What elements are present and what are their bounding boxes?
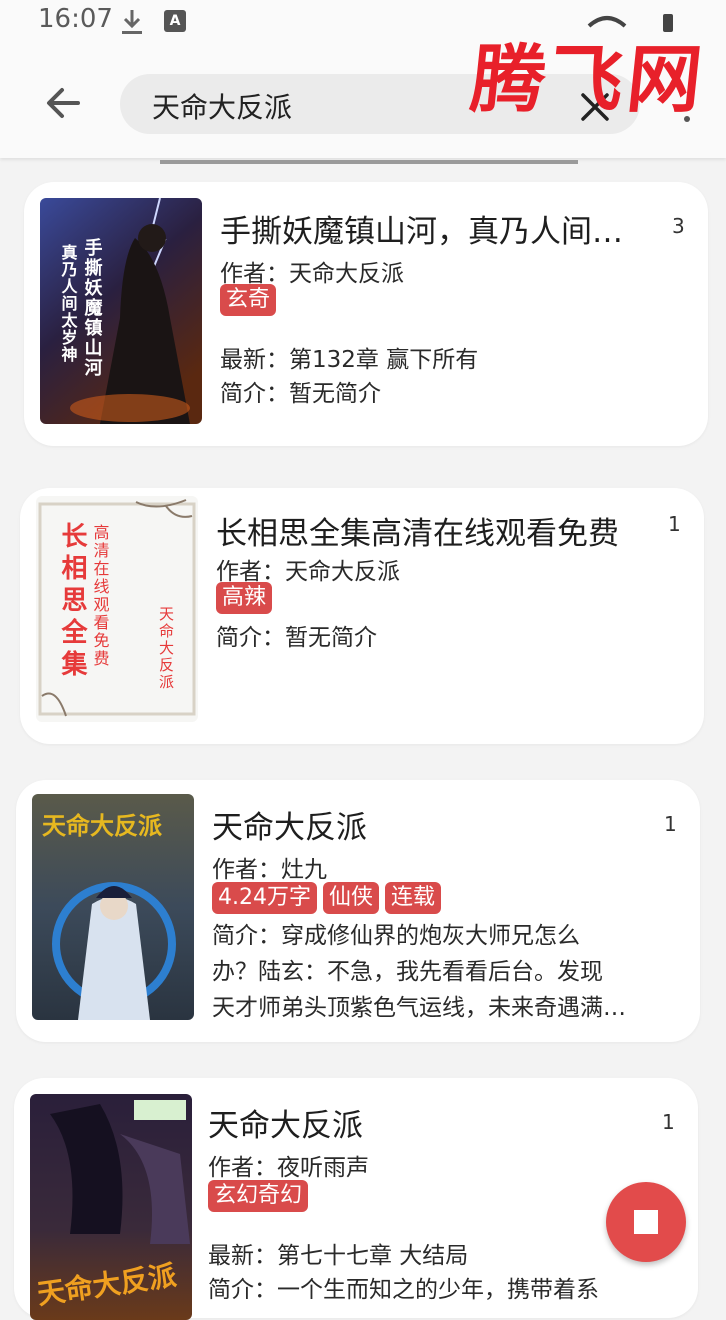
book-intro: 简介：暂无简介: [220, 381, 381, 407]
book-card[interactable]: 天命大反派 天命大反派 1 作者：灶九 4.24万字 仙侠 连载 简介：穿成修仙…: [16, 780, 700, 1042]
watermark-logo: 腾飞网: [467, 20, 722, 123]
svg-text:真乃人间太岁神: 真乃人间太岁神: [59, 243, 79, 363]
book-card[interactable]: 长相思全集 高清在线观看免费 天命大反派 长相思全集高清在线观看免费 1 作者：…: [20, 488, 704, 744]
book-intro: 简介：穿成修仙界的炮灰大师兄怎么 办？陆玄：不急，我先看看后台。发现 天才师弟头…: [212, 918, 644, 1026]
book-intro: 简介：一个生而知之的少年，携带着系: [208, 1277, 599, 1303]
book-author: 作者：天命大反派: [220, 261, 404, 287]
book-cover[interactable]: 天命大反派: [30, 1094, 192, 1320]
status-time: 16:07: [38, 4, 113, 34]
watermark-dot: [684, 116, 690, 122]
book-author: 作者：天命大反派: [216, 559, 400, 585]
result-count: 1: [662, 1110, 675, 1134]
book-title[interactable]: 长相思全集高清在线观看免费: [216, 508, 646, 553]
loading-progress-bar: [160, 160, 578, 164]
book-card[interactable]: 天命大反派 天命大反派 1 作者：夜听雨声 玄幻奇幻 最新：第七十七章 大结局 …: [14, 1078, 698, 1320]
book-cover[interactable]: 长相思全集 高清在线观看免费 天命大反派: [36, 496, 198, 722]
book-author: 作者：灶九: [212, 857, 327, 883]
book-title[interactable]: 天命大反派: [208, 1100, 638, 1145]
search-input[interactable]: 天命大反派: [152, 86, 292, 126]
svg-text:长相思全集: 长相思全集: [57, 522, 88, 682]
tag: 玄幻奇幻: [208, 1180, 309, 1212]
back-arrow-icon[interactable]: [40, 80, 86, 126]
accessibility-icon: A: [164, 10, 186, 32]
intro-line: 天才师弟头顶紫色气运线，未来奇遇满…: [212, 995, 626, 1021]
tag: 仙侠: [323, 882, 380, 914]
svg-text:高清在线观看免费: 高清在线观看免费: [91, 524, 110, 668]
intro-line: 简介：穿成修仙界的炮灰大师兄怎么: [212, 923, 580, 949]
watermark-text: 腾飞网: [466, 37, 710, 123]
book-title[interactable]: 手撕妖魔镇山河，真乃人间太岁神: [220, 206, 650, 251]
svg-text:天命大反派: 天命大反派: [157, 606, 175, 691]
book-cover[interactable]: 天命大反派: [32, 794, 194, 1020]
download-icon: [122, 10, 142, 34]
tag: 4.24万字: [212, 882, 317, 914]
tag-list: 高辣: [216, 582, 273, 614]
result-count: 1: [668, 512, 681, 536]
stop-icon: [634, 1210, 658, 1234]
result-count: 3: [672, 214, 685, 238]
book-cover[interactable]: 手撕妖魔镇山河 真乃人间太岁神: [40, 198, 202, 424]
tag-list: 玄奇: [220, 284, 277, 316]
intro-line: 办？陆玄：不急，我先看看后台。发现: [212, 959, 603, 985]
book-latest: 最新：第七十七章 大结局: [208, 1243, 469, 1269]
book-latest: 最新：第132章 赢下所有: [220, 347, 479, 373]
svg-text:手撕妖魔镇山河: 手撕妖魔镇山河: [82, 237, 103, 378]
tag: 高辣: [216, 582, 273, 614]
svg-text:天命大反派: 天命大反派: [42, 812, 162, 840]
tag: 玄奇: [220, 284, 277, 316]
result-count: 1: [664, 812, 677, 836]
tag-list: 玄幻奇幻: [208, 1180, 309, 1212]
book-title[interactable]: 天命大反派: [212, 802, 642, 847]
stop-search-button[interactable]: [606, 1182, 686, 1262]
book-card[interactable]: 手撕妖魔镇山河 真乃人间太岁神 手撕妖魔镇山河，真乃人间太岁神 3 作者：天命大…: [24, 182, 708, 446]
tag: 连载: [385, 882, 442, 914]
book-author: 作者：夜听雨声: [208, 1155, 369, 1181]
tag-list: 4.24万字 仙侠 连载: [212, 882, 442, 914]
book-intro: 简介：暂无简介: [216, 625, 377, 651]
